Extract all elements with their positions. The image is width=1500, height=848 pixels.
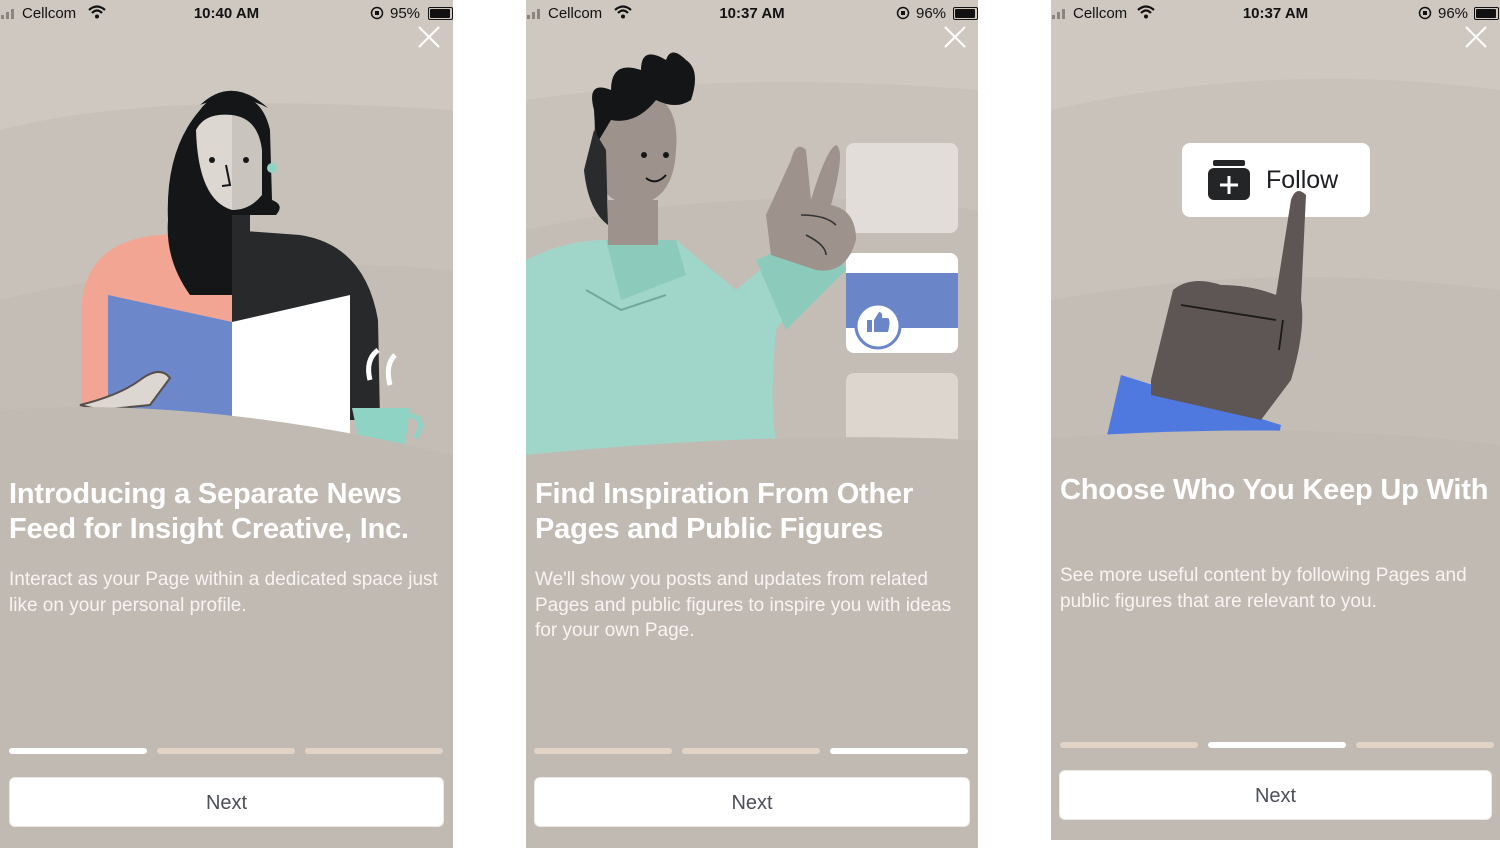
orientation-lock-icon bbox=[370, 6, 384, 20]
clock-time: 10:40 AM bbox=[193, 5, 260, 22]
onboarding-screen-inspiration: Cellcom 10:37 AM 96% Find Inspiration Fr… bbox=[526, 0, 978, 848]
orientation-lock-icon bbox=[896, 6, 910, 20]
progress-step bbox=[1208, 742, 1346, 748]
follow-button-label: Follow bbox=[1266, 166, 1339, 194]
progress-step bbox=[682, 748, 820, 754]
progress-step bbox=[830, 748, 968, 754]
progress-indicator bbox=[534, 748, 968, 754]
close-icon[interactable] bbox=[416, 24, 442, 50]
progress-step bbox=[157, 748, 295, 754]
status-bar: Cellcom 10:40 AM 95% bbox=[0, 0, 453, 28]
illustration-ok-gesture-man bbox=[526, 0, 978, 470]
progress-indicator bbox=[1060, 742, 1494, 748]
progress-step bbox=[1060, 742, 1198, 748]
screen-title: Find Inspiration From Other Pages and Pu… bbox=[535, 478, 914, 545]
status-bar: Cellcom 10:37 AM 96% bbox=[526, 0, 978, 28]
screen-title: Introducing a Separate News Feed for Ins… bbox=[9, 478, 409, 545]
next-button[interactable]: Next bbox=[9, 777, 444, 827]
battery-icon bbox=[1474, 7, 1499, 20]
progress-step bbox=[1356, 742, 1494, 748]
clock-time: 10:37 AM bbox=[1242, 5, 1309, 22]
orientation-lock-icon bbox=[1418, 6, 1432, 20]
status-bar: Cellcom 10:37 AM 96% bbox=[1051, 0, 1500, 28]
progress-step bbox=[305, 748, 443, 754]
battery-percent: 96% bbox=[1438, 5, 1469, 22]
screen-description: Interact as your Page within a dedicated… bbox=[9, 569, 438, 616]
progress-step bbox=[9, 748, 147, 754]
screen-description: We'll show you posts and updates from re… bbox=[535, 569, 952, 641]
battery-icon bbox=[428, 7, 453, 20]
battery-icon bbox=[953, 7, 978, 20]
close-icon[interactable] bbox=[1463, 24, 1489, 50]
illustration-reading-woman bbox=[0, 0, 453, 470]
onboarding-screen-news-feed: Cellcom 10:40 AM 95% Introducing a Separ… bbox=[0, 0, 453, 848]
close-icon[interactable] bbox=[942, 24, 968, 50]
illustration-pointing-hand bbox=[1051, 0, 1500, 470]
clock-time: 10:37 AM bbox=[719, 5, 785, 22]
battery-percent: 95% bbox=[390, 5, 421, 22]
battery-level bbox=[430, 9, 450, 18]
battery-percent: 96% bbox=[916, 5, 947, 22]
next-button[interactable]: Next bbox=[534, 777, 970, 827]
screen-description: See more useful content by following Pag… bbox=[1060, 565, 1467, 612]
progress-step bbox=[534, 748, 672, 754]
battery-level bbox=[1476, 9, 1497, 18]
next-button[interactable]: Next bbox=[1059, 770, 1492, 820]
screen-title: Choose Who You Keep Up With bbox=[1060, 474, 1489, 506]
battery-level bbox=[955, 9, 976, 18]
onboarding-screen-follow: Follow Cellcom 10:37 AM 96% Choose Who Y… bbox=[1051, 0, 1500, 840]
progress-indicator bbox=[9, 748, 443, 754]
